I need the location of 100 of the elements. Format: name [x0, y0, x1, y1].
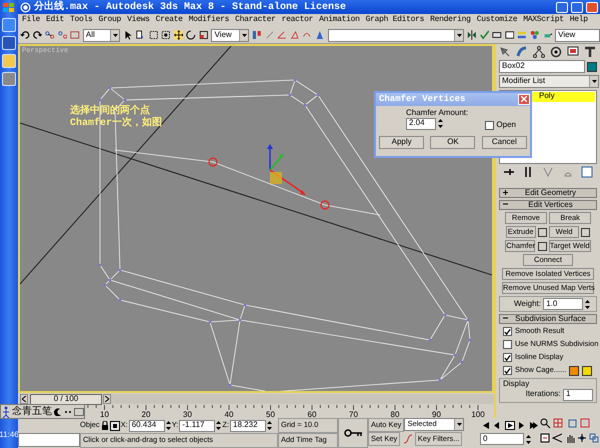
start-button[interactable]: [2, 2, 16, 14]
close-icon[interactable]: [521, 96, 527, 102]
cage-color-swatch[interactable]: [569, 366, 580, 376]
menu-item[interactable]: Views: [127, 16, 150, 25]
edit-named-selection-icon[interactable]: [314, 29, 324, 41]
zoom-extents-all-icon[interactable]: [580, 418, 591, 429]
checkbox[interactable]: [503, 353, 512, 362]
orbit-icon[interactable]: [576, 433, 587, 444]
menu-item[interactable]: MAXScript: [523, 16, 564, 25]
select-by-name-icon[interactable]: [136, 29, 146, 41]
current-frame-field[interactable]: 0: [480, 433, 524, 445]
previous-frame-button[interactable]: [20, 394, 28, 404]
key-curve-icon[interactable]: [402, 434, 413, 444]
listener-field[interactable]: [18, 433, 80, 447]
bind-icon[interactable]: [70, 29, 80, 41]
settings-button[interactable]: [538, 242, 546, 250]
caret-icon[interactable]: [456, 34, 462, 36]
material-editor-icon[interactable]: [530, 29, 540, 41]
lock-icon[interactable]: [100, 421, 109, 430]
time-config-icon[interactable]: [540, 433, 550, 444]
display-tab-icon[interactable]: [567, 46, 580, 58]
transform-gizmo-icon[interactable]: [267, 144, 306, 195]
scale-icon[interactable]: [198, 29, 208, 41]
caret-icon[interactable]: [456, 423, 462, 426]
curve-editor-icon[interactable]: [504, 29, 514, 41]
settings-button[interactable]: [538, 228, 547, 236]
spinner-icon[interactable]: [438, 119, 444, 128]
settings-button[interactable]: [581, 228, 590, 236]
go-to-end-icon[interactable]: [529, 421, 539, 430]
checkbox[interactable]: [503, 340, 512, 349]
spinner-icon[interactable]: [526, 434, 532, 444]
redo-icon[interactable]: [32, 29, 42, 41]
close-button[interactable]: [518, 94, 530, 105]
menu-item[interactable]: Graph Editors: [366, 16, 424, 25]
close-button[interactable]: [586, 2, 598, 12]
zoom-extents-icon[interactable]: [566, 418, 578, 429]
weight-field[interactable]: 1.0: [543, 298, 584, 310]
modify-tab-icon[interactable]: [516, 46, 529, 58]
chamfer-amount-field[interactable]: 2.04: [406, 118, 436, 130]
reference-coordinate-dropdown[interactable]: View: [211, 28, 250, 42]
link-icon[interactable]: [45, 29, 55, 41]
angle-snap-icon[interactable]: [277, 29, 287, 41]
dialog-button[interactable]: OK: [430, 136, 476, 149]
maximize-button[interactable]: [571, 2, 583, 12]
dialog-button[interactable]: Cancel: [482, 136, 527, 149]
object-color-swatch[interactable]: [587, 62, 597, 72]
menu-item[interactable]: File: [22, 16, 40, 25]
menu-item[interactable]: Animation: [319, 16, 360, 25]
absolute-mode-icon[interactable]: [110, 420, 120, 430]
pan-hand-icon[interactable]: [564, 433, 574, 444]
z-coordinate-field[interactable]: 18.232: [230, 420, 266, 432]
menu-item[interactable]: Tools: [70, 16, 93, 25]
caret-icon[interactable]: [592, 80, 596, 83]
next-frame-button[interactable]: [103, 394, 111, 404]
motion-tab-icon[interactable]: [550, 46, 563, 58]
checkbox[interactable]: [485, 120, 494, 130]
checkbox[interactable]: [503, 366, 512, 375]
modifier-list-dropdown[interactable]: Modifier List: [499, 75, 599, 88]
undo-icon[interactable]: [20, 29, 30, 41]
rollout-header[interactable]: Subdivision Surface: [499, 314, 597, 324]
named-selection-dropdown[interactable]: [328, 28, 464, 42]
field-of-view-icon[interactable]: [552, 433, 562, 444]
dialog-button[interactable]: Apply: [379, 136, 424, 149]
window-crossing-icon[interactable]: [161, 29, 171, 41]
schematic-icon[interactable]: [517, 29, 527, 41]
pivot-icon[interactable]: [252, 29, 262, 41]
rollout-header[interactable]: Edit Geometry: [499, 188, 597, 198]
create-tab-icon[interactable]: [499, 46, 512, 58]
rollout-header[interactable]: Edit Vertices: [499, 200, 597, 210]
play-icon[interactable]: [504, 421, 514, 430]
utilities-tab-icon[interactable]: [584, 46, 597, 58]
time-slider-thumb[interactable]: 0 / 100: [30, 394, 102, 404]
object-name-field[interactable]: Box02: [499, 60, 585, 73]
x-coordinate-field[interactable]: 60.434: [128, 420, 165, 432]
viewport-dropdown[interactable]: View: [555, 28, 600, 42]
caret-icon[interactable]: [112, 34, 118, 36]
move-icon[interactable]: [174, 29, 184, 41]
menu-item[interactable]: Create: [156, 16, 183, 25]
moon-icon[interactable]: [54, 408, 62, 416]
menu-item[interactable]: Modifiers: [188, 16, 230, 25]
menu-item[interactable]: Edit: [46, 16, 64, 25]
keyboard-icon[interactable]: [74, 408, 84, 416]
iterations-field[interactable]: 1: [563, 388, 593, 401]
configure-sets-icon[interactable]: [581, 166, 594, 178]
maximize-viewport-icon[interactable]: [589, 433, 599, 444]
selection-filter-dropdown[interactable]: All: [82, 28, 120, 42]
menu-item[interactable]: reactor: [282, 16, 314, 25]
ime-toolbar[interactable]: 念青五笔: [0, 404, 85, 419]
menu-item[interactable]: Character: [235, 16, 276, 25]
caret-icon[interactable]: [242, 34, 247, 36]
ime-name[interactable]: 念青五笔: [12, 406, 52, 417]
rectangle-selection-icon[interactable]: [148, 29, 158, 41]
person-icon[interactable]: [2, 406, 10, 418]
menu-item[interactable]: Help: [570, 16, 588, 25]
unlink-icon[interactable]: [58, 29, 68, 41]
checkbox[interactable]: [503, 327, 512, 336]
time-slider-track[interactable]: 0 / 100: [29, 394, 494, 404]
percent-snap-icon[interactable]: [290, 29, 300, 41]
menu-item[interactable]: Customize: [476, 16, 518, 25]
cursor-icon[interactable]: [123, 29, 134, 41]
